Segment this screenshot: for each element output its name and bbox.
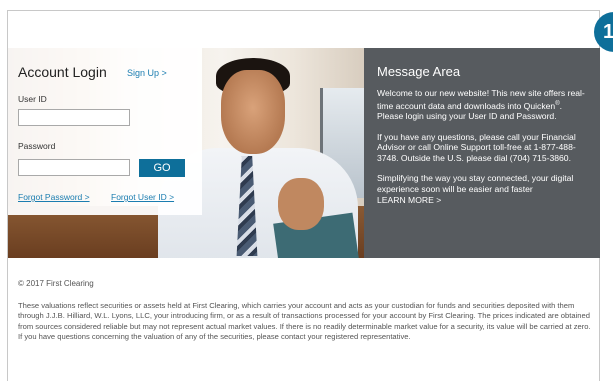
login-panel: Account Login Sign Up > User ID Password… bbox=[8, 48, 202, 215]
message-simplifying-text: Simplifying the way you stay connected, … bbox=[377, 173, 574, 195]
message-welcome: Welcome to our new website! This new sit… bbox=[377, 88, 588, 122]
hero-person-head bbox=[221, 70, 285, 154]
disclaimer-text: These valuations reflect securities or a… bbox=[18, 301, 591, 342]
forgot-password-link[interactable]: Forgot Password > bbox=[18, 192, 90, 202]
password-label: Password bbox=[18, 141, 56, 151]
learn-more-link[interactable]: LEARN MORE > bbox=[377, 195, 441, 205]
message-area-title: Message Area bbox=[377, 64, 461, 79]
forgot-user-id-link[interactable]: Forgot User ID > bbox=[111, 192, 174, 202]
hero-hand bbox=[278, 178, 324, 230]
message-simplifying: Simplifying the way you stay connected, … bbox=[377, 173, 588, 205]
user-id-label: User ID bbox=[18, 94, 47, 104]
user-id-input[interactable] bbox=[18, 109, 130, 126]
sign-up-link[interactable]: Sign Up > bbox=[127, 68, 167, 78]
copyright-text: © 2017 First Clearing bbox=[18, 279, 94, 288]
message-welcome-text: Welcome to our new website! This new sit… bbox=[377, 88, 585, 111]
password-input[interactable] bbox=[18, 159, 130, 176]
badge-text: 1 bbox=[603, 20, 613, 43]
go-button[interactable]: GO bbox=[139, 159, 185, 177]
message-area: Message Area Welcome to our new website!… bbox=[364, 48, 600, 258]
message-support: If you have any questions, please call y… bbox=[377, 131, 576, 163]
login-title: Account Login bbox=[18, 64, 107, 80]
